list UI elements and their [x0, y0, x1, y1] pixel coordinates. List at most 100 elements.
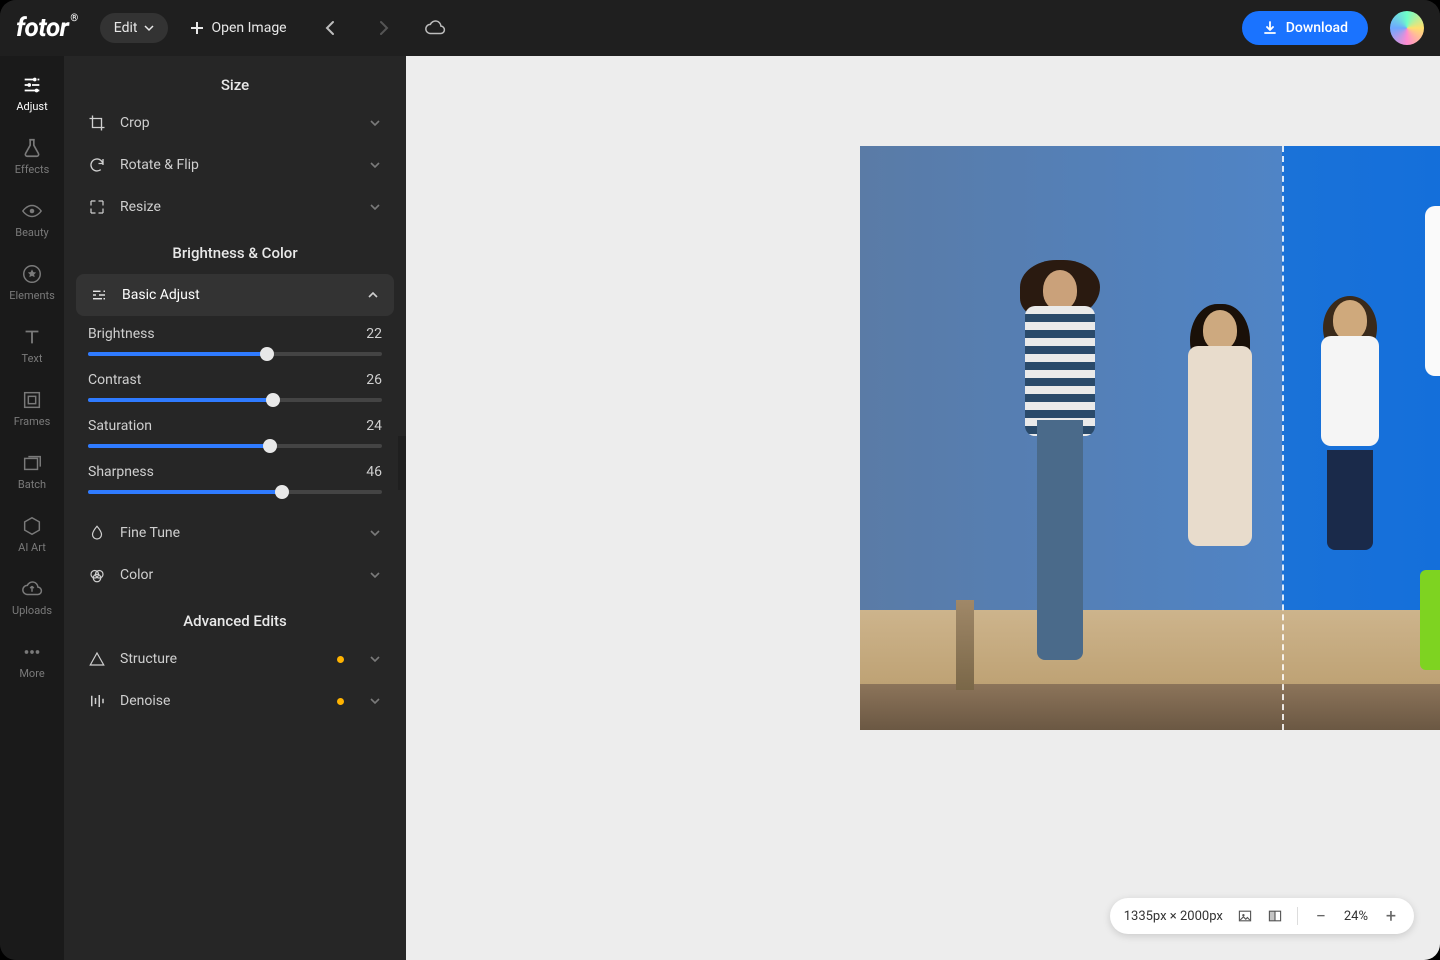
rail-item-elements[interactable]: Elements	[0, 251, 64, 314]
edit-label: Edit	[114, 20, 138, 36]
slider-value: 46	[366, 464, 382, 480]
basic-adjust-label: Basic Adjust	[122, 287, 200, 303]
logo-registered: ®	[70, 13, 77, 24]
image-dimensions: 1335px × 2000px	[1124, 909, 1223, 924]
structure-label: Structure	[120, 651, 177, 667]
color-row[interactable]: Color	[64, 554, 406, 596]
app-root: fotor ® Edit Open Image Download	[0, 0, 1440, 960]
section-title-adv: Advanced Edits	[64, 596, 406, 638]
structure-row[interactable]: Structure	[64, 638, 406, 680]
rail-item-text[interactable]: Text	[0, 314, 64, 377]
zoom-out-button[interactable]: −	[1312, 906, 1330, 927]
denoise-label: Denoise	[120, 693, 170, 709]
left-rail: Adjust Effects Beauty Elements Text Fram…	[0, 56, 64, 960]
compare-divider[interactable]	[1282, 146, 1284, 730]
panel-collapse-handle[interactable]	[398, 436, 406, 490]
saturation-slider[interactable]: Saturation24	[64, 412, 406, 458]
rotate-row[interactable]: Rotate & Flip	[64, 144, 406, 186]
rail-item-batch[interactable]: Batch	[0, 440, 64, 503]
fine-tune-label: Fine Tune	[120, 525, 180, 541]
color-label: Color	[120, 567, 153, 583]
compare-icon[interactable]	[1267, 908, 1283, 924]
resize-icon	[88, 198, 106, 216]
plus-icon	[190, 21, 204, 35]
zoom-in-button[interactable]: +	[1382, 906, 1400, 927]
undo-button[interactable]	[313, 10, 349, 46]
basic-adjust-row[interactable]: Basic Adjust	[76, 274, 394, 316]
open-image-label: Open Image	[212, 20, 287, 36]
crop-icon	[88, 114, 106, 132]
cloud-upload-icon	[21, 578, 43, 600]
contrast-slider[interactable]: Contrast26	[64, 366, 406, 412]
slider-label: Saturation	[88, 418, 152, 434]
chevron-down-icon	[368, 158, 382, 172]
rail-item-adjust[interactable]: Adjust	[0, 62, 64, 125]
rail-label: Beauty	[15, 226, 49, 239]
rail-item-effects[interactable]: Effects	[0, 125, 64, 188]
pro-badge	[337, 656, 344, 663]
chevron-up-icon	[366, 288, 380, 302]
star-circle-icon	[21, 263, 43, 285]
arrow-left-icon	[321, 18, 341, 38]
rail-label: Effects	[15, 163, 50, 176]
rail-item-frames[interactable]: Frames	[0, 377, 64, 440]
rail-item-uploads[interactable]: Uploads	[0, 566, 64, 629]
sharpness-slider[interactable]: Sharpness46	[64, 458, 406, 504]
redo-button[interactable]	[365, 10, 401, 46]
dots-icon	[21, 641, 43, 663]
palette-icon	[88, 566, 106, 584]
slider-value: 22	[366, 326, 382, 342]
cloud-icon	[424, 17, 446, 39]
rail-label: AI Art	[18, 541, 46, 554]
flask-icon	[21, 137, 43, 159]
chevron-down-icon	[368, 694, 382, 708]
hexagon-icon	[21, 515, 43, 537]
canvas-area[interactable]: 1335px × 2000px − 24% +	[406, 56, 1440, 960]
section-title-bc: Brightness & Color	[64, 228, 406, 270]
logo: fotor ®	[16, 13, 78, 43]
image-artboard[interactable]	[860, 146, 1440, 730]
rail-item-beauty[interactable]: Beauty	[0, 188, 64, 251]
cloud-button[interactable]	[417, 10, 453, 46]
app-body: Adjust Effects Beauty Elements Text Fram…	[0, 56, 1440, 960]
image-stack-icon	[21, 452, 43, 474]
rail-label: Batch	[18, 478, 46, 491]
pro-badge	[337, 698, 344, 705]
rotate-label: Rotate & Flip	[120, 157, 199, 173]
resize-row[interactable]: Resize	[64, 186, 406, 228]
crop-row[interactable]: Crop	[64, 102, 406, 144]
adjust-panel: Size Crop Rotate & Flip Resize Brightnes	[64, 56, 406, 960]
rail-label: Adjust	[16, 100, 47, 113]
rotate-icon	[88, 156, 106, 174]
slider-thumb[interactable]	[263, 439, 277, 453]
rail-label: Frames	[14, 415, 51, 428]
slider-thumb[interactable]	[266, 393, 280, 407]
brightness-slider[interactable]: Brightness 22	[64, 320, 406, 366]
chevron-down-icon	[144, 23, 154, 33]
eye-icon	[21, 200, 43, 222]
chevron-down-icon	[368, 568, 382, 582]
section-title-size: Size	[64, 60, 406, 102]
fine-tune-row[interactable]: Fine Tune	[64, 512, 406, 554]
edit-dropdown[interactable]: Edit	[100, 13, 168, 43]
triangle-icon	[88, 650, 106, 668]
noise-icon	[88, 692, 106, 710]
chevron-down-icon	[368, 652, 382, 666]
rail-label: Elements	[9, 289, 55, 302]
denoise-row[interactable]: Denoise	[64, 680, 406, 722]
top-bar: fotor ® Edit Open Image Download	[0, 0, 1440, 56]
rail-item-aiart[interactable]: AI Art	[0, 503, 64, 566]
open-image-button[interactable]: Open Image	[176, 20, 301, 36]
crop-label: Crop	[120, 115, 150, 131]
slider-thumb[interactable]	[260, 347, 274, 361]
rail-item-more[interactable]: More	[0, 629, 64, 692]
chevron-down-icon	[368, 526, 382, 540]
download-label: Download	[1286, 20, 1348, 36]
slider-thumb[interactable]	[275, 485, 289, 499]
slider-label: Brightness	[88, 326, 155, 342]
text-icon	[21, 326, 43, 348]
avatar[interactable]	[1390, 11, 1424, 45]
image-icon[interactable]	[1237, 908, 1253, 924]
chevron-down-icon	[368, 116, 382, 130]
download-button[interactable]: Download	[1242, 11, 1368, 45]
